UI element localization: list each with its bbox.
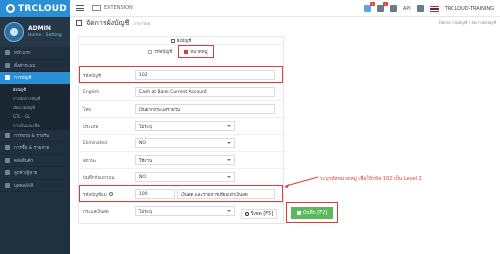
chevron-down-icon xyxy=(227,210,231,212)
sidebar-item-settings[interactable]: ตั้งค่าระบบ xyxy=(0,60,70,72)
save-button[interactable]: บันทึก [F2] xyxy=(291,206,333,219)
document-icon[interactable] xyxy=(416,5,424,12)
row-eliminated: Eliminated NO xyxy=(79,134,283,151)
user-menu[interactable]: TRCLOUD-TRAINING xyxy=(445,6,494,12)
parent-account-input[interactable]: 100 xyxy=(135,189,175,199)
page-icon xyxy=(76,20,82,26)
person-icon xyxy=(5,182,10,188)
account-form: ผังบัญชี รหัสบัญชี หมวดหมู่ รหัสบัญชี 10… xyxy=(78,36,284,224)
row-thai: ไทย เงินฝากกระแสรายวัน xyxy=(79,100,283,117)
save-highlight: บันทึก [F2] xyxy=(286,202,338,223)
brand-name: TRCLOUD xyxy=(18,3,67,14)
cart-icon xyxy=(5,132,10,138)
home-icon xyxy=(5,50,10,56)
save-icon xyxy=(296,210,301,215)
form-header: ผังบัญชี xyxy=(79,37,283,45)
cashflow-select[interactable]: ไม่ระบุ xyxy=(135,206,235,216)
sidebar-item-inventory[interactable]: คลังสินค้า xyxy=(0,155,70,167)
eliminated-select[interactable]: NO xyxy=(135,138,235,148)
sidebar-sub-chart-of-accounts[interactable]: ผังบัญชี xyxy=(0,84,70,94)
annotation-text: ระบุรหัสหมวดหมู่ เพื่อให้รหัส 102 เป็น L… xyxy=(320,176,422,182)
sidebar-sub-finance[interactable]: การเงินและเช็ค xyxy=(0,120,70,130)
avatar xyxy=(4,22,24,42)
cloud-icon xyxy=(6,4,15,13)
account-type-radio: รหัสบัญชี หมวดหมู่ xyxy=(79,45,283,58)
profile-block[interactable]: ADMIN Home : Setting xyxy=(0,17,70,47)
page-subtitle: ภาษาไทย xyxy=(133,20,151,26)
notification-icon[interactable]: 3 xyxy=(363,2,375,12)
row-status: สถานะ ใช้งาน xyxy=(79,151,283,168)
annotation-arrow xyxy=(284,176,319,188)
english-name-input[interactable]: Cash at Bank Current Account xyxy=(135,87,275,97)
profile-name: ADMIN xyxy=(28,25,51,32)
sidebar-sub-open-period[interactable]: เปิดงวดบัญชี xyxy=(0,102,70,112)
brand-logo[interactable]: TRCLOUD xyxy=(0,0,70,17)
bag-icon xyxy=(5,145,10,151)
sidebar-item-contacts[interactable]: ลูกค้า/ผู้ขาย xyxy=(0,167,70,180)
gear-icon xyxy=(5,62,10,68)
radio-account-code[interactable]: รหัสบัญชี xyxy=(148,48,172,55)
window-icon xyxy=(92,5,101,11)
settings-icon[interactable] xyxy=(389,5,397,12)
thai-name-input[interactable]: เงินฝากกระแสรายวัน xyxy=(135,104,275,114)
sidebar-item-home[interactable]: หน้าแรก xyxy=(0,47,70,60)
profile-sub: Home : Setting xyxy=(28,33,62,38)
parent-account-name: เงินสด และรายการเทียบเท่าเงินสด xyxy=(177,189,275,199)
radio-category[interactable]: หมวดหมู่ xyxy=(178,45,214,58)
breadcrumb: Home / ผังบัญชี / จัดการผังบัญชี xyxy=(438,20,496,25)
top-bar: EXTENSION 3 1 API TRCLOUD-TRAINING xyxy=(70,0,500,17)
thai-flag-icon[interactable] xyxy=(429,5,439,12)
row-parent-account: รหัสบัญชีแม่ 100 เงินสด และรายการเทียบเท… xyxy=(79,185,283,202)
reset-button[interactable]: รีเซต [F5] xyxy=(241,209,277,219)
book-icon xyxy=(5,75,10,81)
refresh-icon xyxy=(244,212,249,216)
menu-icon[interactable] xyxy=(76,4,84,13)
api-link[interactable]: API xyxy=(403,6,411,12)
sidebar-sub-account-management[interactable]: การจัดการบัญชี xyxy=(0,93,70,103)
page-title: จัดการผังบัญชี ภาษาไทย xyxy=(76,17,150,29)
sidebar-item-purchase[interactable]: การซื้อ & รายจ่าย xyxy=(0,142,70,155)
file-icon xyxy=(170,38,175,43)
sidebar-item-sales[interactable]: การขาย & รายรับ xyxy=(0,130,70,142)
status-select[interactable]: ใช้งาน xyxy=(135,155,235,165)
info-icon[interactable] xyxy=(108,192,113,196)
row-record-above: บันทึกกับแถวบน NO xyxy=(79,168,283,185)
account-code-input[interactable]: 102 xyxy=(135,70,275,80)
users-icon xyxy=(5,170,10,176)
chevron-down-icon xyxy=(227,159,231,161)
sidebar-item-hr[interactable]: บุคคล/HR xyxy=(0,180,70,192)
extension-link[interactable]: EXTENSION xyxy=(92,5,133,11)
row-type: ประเภท ไม่ระบุ xyxy=(79,117,283,134)
type-select[interactable]: ไม่ระบุ xyxy=(135,121,235,131)
record-above-select[interactable]: NO xyxy=(135,172,235,182)
sidebar-item-accounting[interactable]: การบัญชี xyxy=(0,72,70,85)
chevron-down-icon xyxy=(227,176,231,178)
chevron-down-icon xyxy=(227,125,231,127)
message-icon[interactable]: 1 xyxy=(376,2,388,12)
row-english: English Cash at Bank Current Account xyxy=(79,83,283,100)
sidebar-sub-gtl-gl[interactable]: GTL - GL xyxy=(0,111,70,121)
chevron-down-icon xyxy=(227,142,231,144)
row-account-code: รหัสบัญชี 102 xyxy=(79,66,283,83)
box-icon xyxy=(5,157,10,163)
sidebar: TRCLOUD ADMIN Home : Setting หน้าแรก ตั้… xyxy=(0,0,70,254)
